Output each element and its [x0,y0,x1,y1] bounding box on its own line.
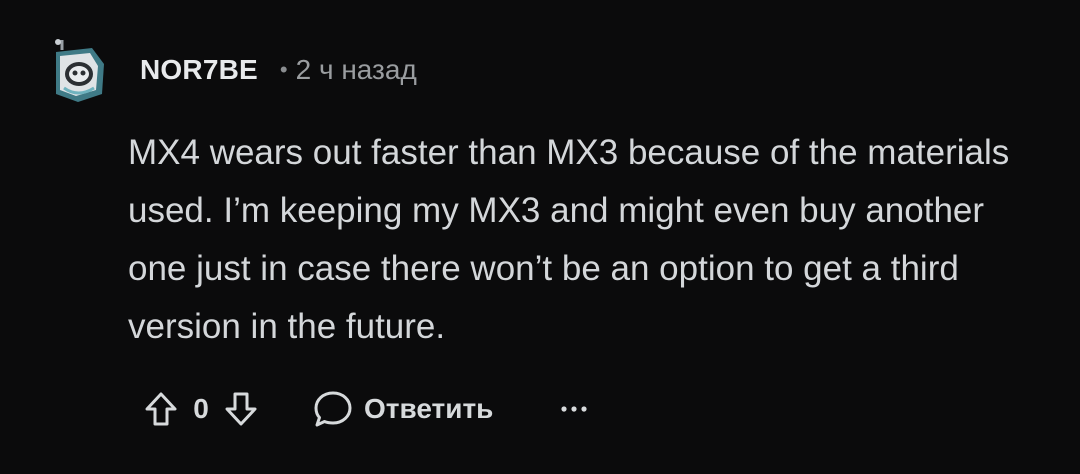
vote-score: 0 [193,393,209,424]
more-options-button[interactable] [559,386,589,432]
reply-label: Ответить [364,393,494,424]
arrow-up-icon [145,392,177,426]
downvote-button[interactable] [218,386,264,432]
speech-bubble-icon [314,391,352,427]
comment: NOR7BE • 2 ч назад MX4 wears out faster … [0,0,1080,474]
avatar[interactable] [48,38,108,104]
comment-header: NOR7BE • 2 ч назад [140,52,417,88]
upvote-button[interactable] [138,386,184,432]
separator-dot: • [279,57,288,82]
comment-body: MX4 wears out faster than MX3 because of… [128,133,1010,346]
timestamp: 2 ч назад [295,54,417,85]
username[interactable]: NOR7BE [140,54,258,86]
ellipsis-icon [561,406,587,412]
robot-avatar-icon [55,39,104,102]
reply-button[interactable]: Ответить [312,389,493,429]
comment-actions: 0 Ответить [138,386,589,432]
arrow-down-icon [225,392,257,426]
